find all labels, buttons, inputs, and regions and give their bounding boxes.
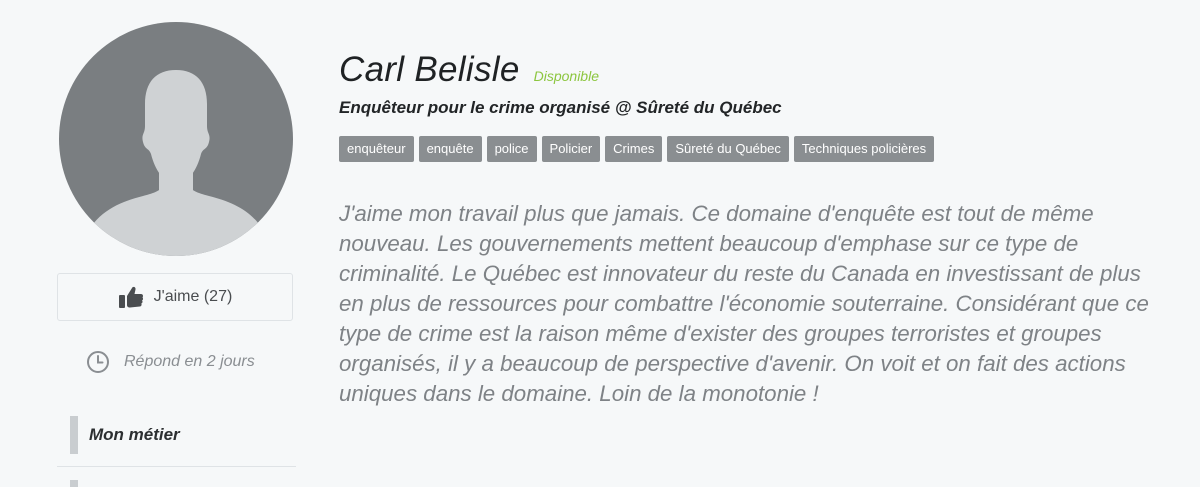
avatar [59, 22, 293, 256]
sidebar-item-label: Mon métier [89, 425, 180, 444]
active-indicator [70, 416, 78, 454]
availability-status: Disponible [533, 68, 599, 84]
tag[interactable]: police [486, 136, 537, 162]
divider [57, 466, 296, 467]
tag[interactable]: enquêteur [339, 136, 414, 162]
profile-name: Carl Belisle [339, 50, 520, 89]
like-count-label: J'aime (27) [153, 288, 233, 305]
profile-header: Carl Belisle Disponible [339, 50, 599, 90]
thumbs-up-icon [118, 286, 143, 308]
like-button[interactable]: J'aime (27) [57, 273, 293, 321]
tag[interactable]: Techniques policières [793, 136, 935, 162]
tag[interactable]: enquête [418, 136, 482, 162]
clock-icon [87, 351, 109, 373]
tag[interactable]: Policier [541, 136, 601, 162]
default-user-silhouette-icon [79, 70, 273, 256]
profile-page: J'aime (27) Répond en 2 jours Mon métier… [0, 0, 1200, 487]
sidebar-item-next-indicator [70, 480, 78, 487]
tag-list: enquêteur enquête police Policier Crimes… [339, 136, 935, 162]
sidebar-item-mon-metier[interactable]: Mon métier [70, 416, 296, 454]
response-time-label: Répond en 2 jours [124, 353, 255, 370]
tag[interactable]: Crimes [605, 136, 663, 162]
profile-bio: J'aime mon travail plus que jamais. Ce d… [339, 201, 1149, 406]
response-time: Répond en 2 jours [86, 350, 255, 374]
tag[interactable]: Sûreté du Québec [667, 136, 789, 162]
job-title: Enquêteur pour le crime organisé @ Sûret… [339, 98, 782, 117]
